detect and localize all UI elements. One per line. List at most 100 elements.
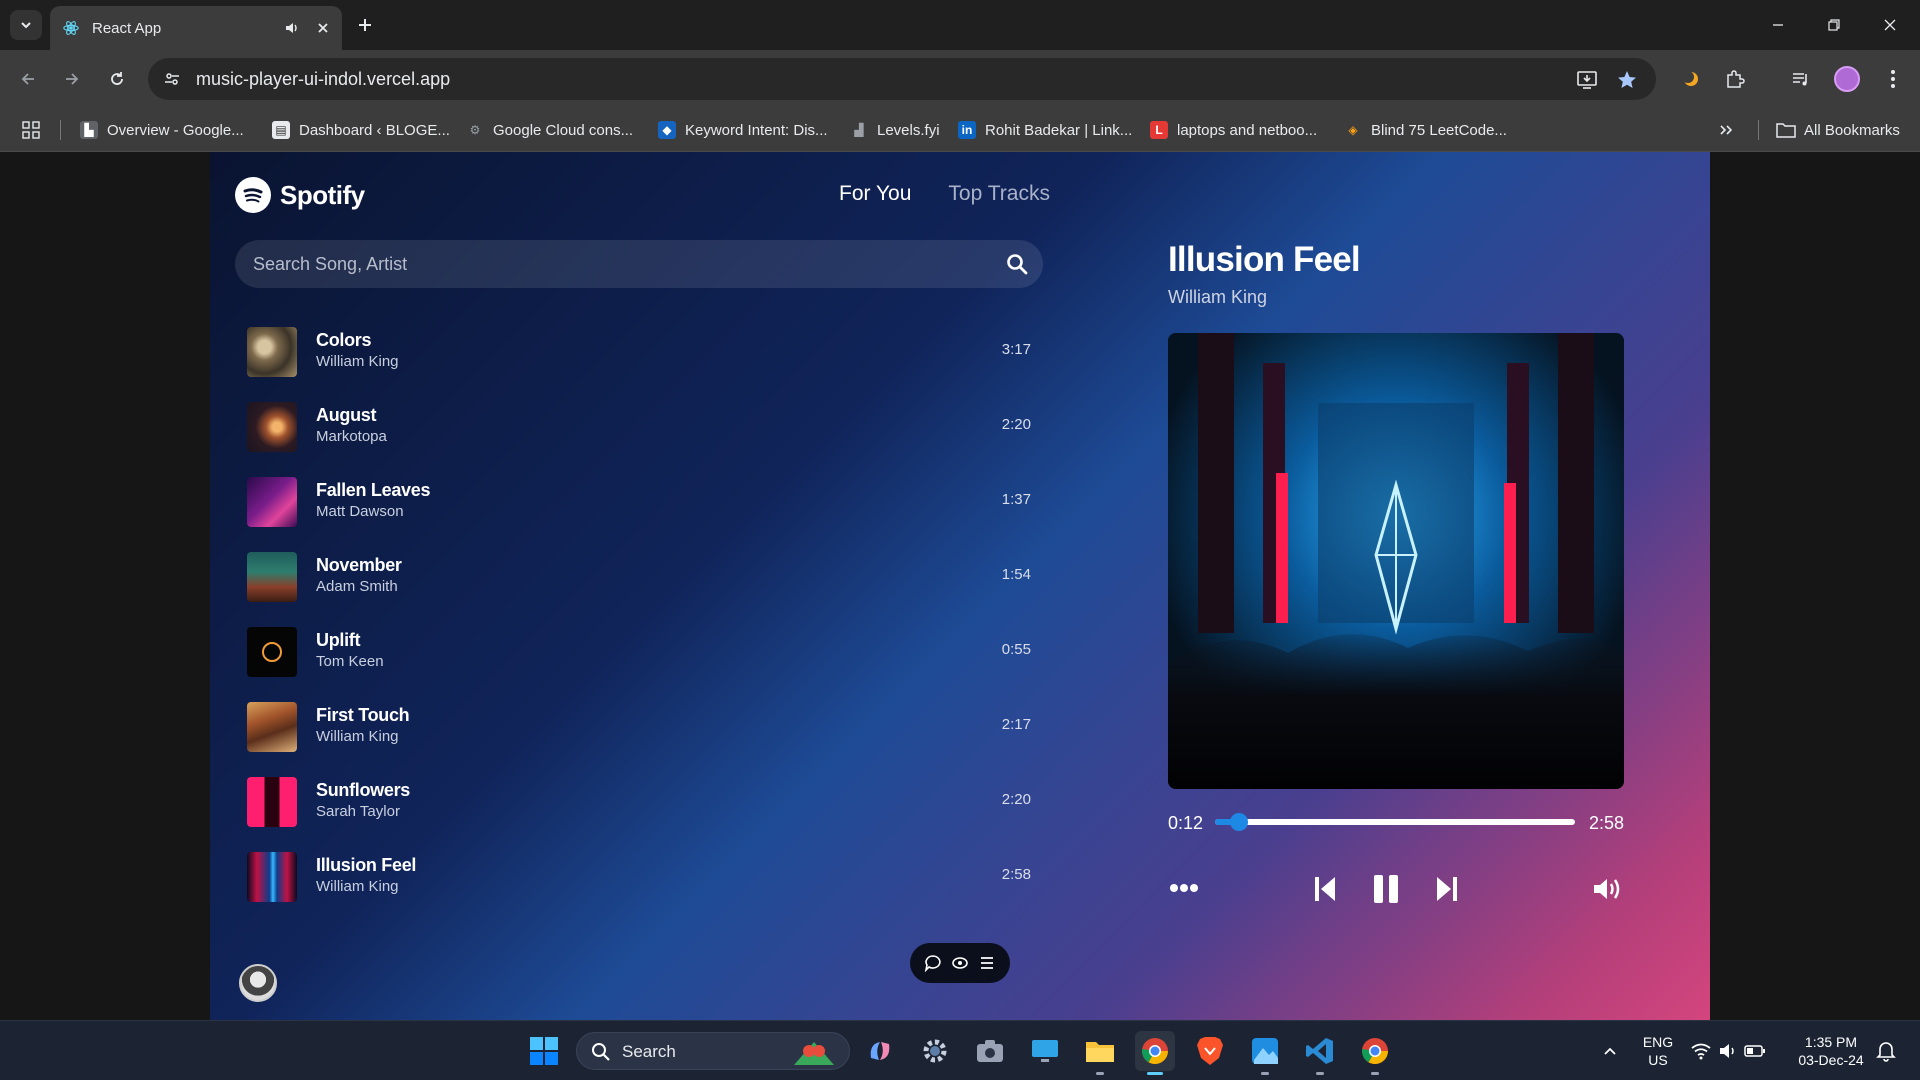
- track-name: First Touch: [316, 705, 410, 725]
- apps-button[interactable]: [22, 118, 40, 142]
- queue-music-icon: [1793, 73, 1807, 86]
- volume-button[interactable]: [1590, 872, 1626, 906]
- brave-lion-icon: [1197, 1037, 1223, 1065]
- track-thumbnail: [247, 627, 297, 677]
- eye-icon[interactable]: [951, 954, 969, 972]
- menu-icon[interactable]: [978, 954, 996, 972]
- track-duration: 2:58: [1001, 866, 1031, 883]
- show-hidden-icons-button[interactable]: [1590, 1031, 1630, 1071]
- track-row[interactable]: Colors William King 3:17: [235, 315, 1043, 390]
- bookmark-item[interactable]: ◈ Blind 75 LeetCode...: [1344, 118, 1507, 142]
- address-bar[interactable]: music-player-ui-indol.vercel.app: [148, 58, 1656, 100]
- minimize-button[interactable]: [1750, 0, 1806, 50]
- taskbar-app-chrome[interactable]: [1135, 1031, 1175, 1075]
- bookmark-item[interactable]: ▙ Overview - Google...: [80, 118, 244, 142]
- folder-icon: [1086, 1042, 1114, 1062]
- profile-button[interactable]: [1832, 64, 1862, 94]
- new-tab-button[interactable]: [352, 12, 378, 38]
- user-avatar[interactable]: [239, 964, 277, 1002]
- more-bookmarks-button[interactable]: [1718, 118, 1734, 142]
- bookmark-item[interactable]: ◆ Keyword Intent: Dis...: [658, 118, 828, 142]
- taskbar-app-vscode[interactable]: [1300, 1031, 1340, 1075]
- bookmark-item[interactable]: ▤ Dashboard ‹ BLOGE...: [272, 118, 450, 142]
- forward-button[interactable]: [57, 64, 87, 94]
- track-row[interactable]: Illusion Feel William King 2:58: [235, 840, 1043, 915]
- install-app-button[interactable]: [1574, 67, 1600, 93]
- reload-button[interactable]: [102, 64, 132, 94]
- linkedin-icon: in: [958, 121, 976, 139]
- comment-icon[interactable]: [924, 954, 942, 972]
- track-duration: 2:17: [1001, 716, 1031, 733]
- speaker-icon[interactable]: [284, 20, 300, 36]
- taskbar-app-copilot[interactable]: [860, 1031, 900, 1071]
- taskbar-app-chrome-profile[interactable]: [1355, 1031, 1395, 1075]
- taskbar-app-camera[interactable]: [970, 1031, 1010, 1071]
- tab-top-tracks[interactable]: Top Tracks: [948, 182, 1050, 206]
- bookmark-item[interactable]: ⚙ Google Cloud cons...: [466, 118, 633, 142]
- track-artist: William King: [316, 353, 399, 370]
- track-thumbnail: [247, 477, 297, 527]
- all-bookmarks-button[interactable]: All Bookmarks: [1776, 118, 1900, 142]
- taskbar-search-label: Search: [622, 1042, 676, 1061]
- track-duration: 3:17: [1001, 341, 1031, 358]
- close-window-button[interactable]: [1862, 0, 1918, 50]
- running-indicator: [1096, 1072, 1104, 1075]
- nav-tabs: For You Top Tracks: [839, 182, 1087, 206]
- previous-button[interactable]: [1310, 872, 1340, 906]
- taskbar-app-settings[interactable]: [915, 1031, 955, 1071]
- tab-search-button[interactable]: [10, 10, 42, 40]
- clock[interactable]: 1:35 PM 03-Dec-24: [1786, 1033, 1876, 1069]
- bookmark-item[interactable]: ▟ Levels.fyi: [850, 118, 939, 142]
- tab-for-you[interactable]: For You: [839, 182, 911, 206]
- pause-button[interactable]: [1370, 872, 1402, 906]
- site-info-button[interactable]: [158, 65, 186, 93]
- track-artist: Adam Smith: [316, 578, 398, 595]
- spotify-logo[interactable]: Spotify: [235, 177, 365, 213]
- next-button[interactable]: [1432, 872, 1462, 906]
- track-name: Uplift: [316, 630, 361, 650]
- arrow-left-icon: [21, 73, 34, 85]
- track-name: November: [316, 555, 402, 575]
- search-icon[interactable]: [1005, 252, 1029, 276]
- track-row[interactable]: First Touch William King 2:17: [235, 690, 1043, 765]
- taskbar-app-file-explorer[interactable]: [1080, 1031, 1120, 1075]
- taskbar-app-brave[interactable]: [1190, 1031, 1230, 1071]
- track-row[interactable]: Fallen Leaves Matt Dawson 1:37: [235, 465, 1043, 540]
- input-language-indicator[interactable]: ENG US: [1636, 1033, 1680, 1069]
- notifications-button[interactable]: [1866, 1031, 1906, 1071]
- chrome-menu-button[interactable]: [1878, 64, 1908, 94]
- bookmark-star-button[interactable]: [1614, 67, 1640, 93]
- track-thumbnail: [247, 402, 297, 452]
- quick-settings-button[interactable]: [1686, 1031, 1770, 1071]
- bookmark-item[interactable]: L laptops and netboo...: [1150, 118, 1317, 142]
- running-indicator: [1261, 1072, 1269, 1075]
- progress-slider[interactable]: [1215, 813, 1575, 831]
- taskbar-search[interactable]: Search: [576, 1032, 850, 1070]
- track-row[interactable]: August Markotopa 2:20: [235, 390, 1043, 465]
- track-artist: William King: [316, 728, 399, 745]
- media-control-button[interactable]: [1786, 64, 1816, 94]
- gear-icon: ⚙: [469, 123, 481, 137]
- track-row[interactable]: Uplift Tom Keen 0:55: [235, 615, 1043, 690]
- windows-icon: [530, 1037, 558, 1065]
- more-options-button[interactable]: [1168, 874, 1200, 902]
- restore-button[interactable]: [1806, 0, 1862, 50]
- track-artist: Sarah Taylor: [316, 803, 400, 820]
- track-thumbnail: [247, 327, 297, 377]
- track-row[interactable]: November Adam Smith 1:54: [235, 540, 1043, 615]
- extension-button[interactable]: [1676, 64, 1706, 94]
- region-code: US: [1648, 1052, 1668, 1068]
- extensions-menu-button[interactable]: [1720, 64, 1750, 94]
- start-button[interactable]: [524, 1031, 564, 1071]
- back-button[interactable]: [13, 64, 43, 94]
- taskbar-app-desktop[interactable]: [1025, 1031, 1065, 1071]
- running-indicator: [1371, 1072, 1379, 1075]
- browser-tab[interactable]: React App: [50, 6, 342, 50]
- taskbar-app-photos[interactable]: [1245, 1031, 1285, 1075]
- close-tab-icon[interactable]: [316, 21, 330, 35]
- track-row[interactable]: Sunflowers Sarah Taylor 2:20: [235, 765, 1043, 840]
- progress-knob[interactable]: [1230, 813, 1249, 831]
- search-input[interactable]: [253, 240, 973, 288]
- bookmark-item[interactable]: in Rohit Badekar | Link...: [958, 118, 1132, 142]
- url-text[interactable]: music-player-ui-indol.vercel.app: [196, 69, 450, 90]
